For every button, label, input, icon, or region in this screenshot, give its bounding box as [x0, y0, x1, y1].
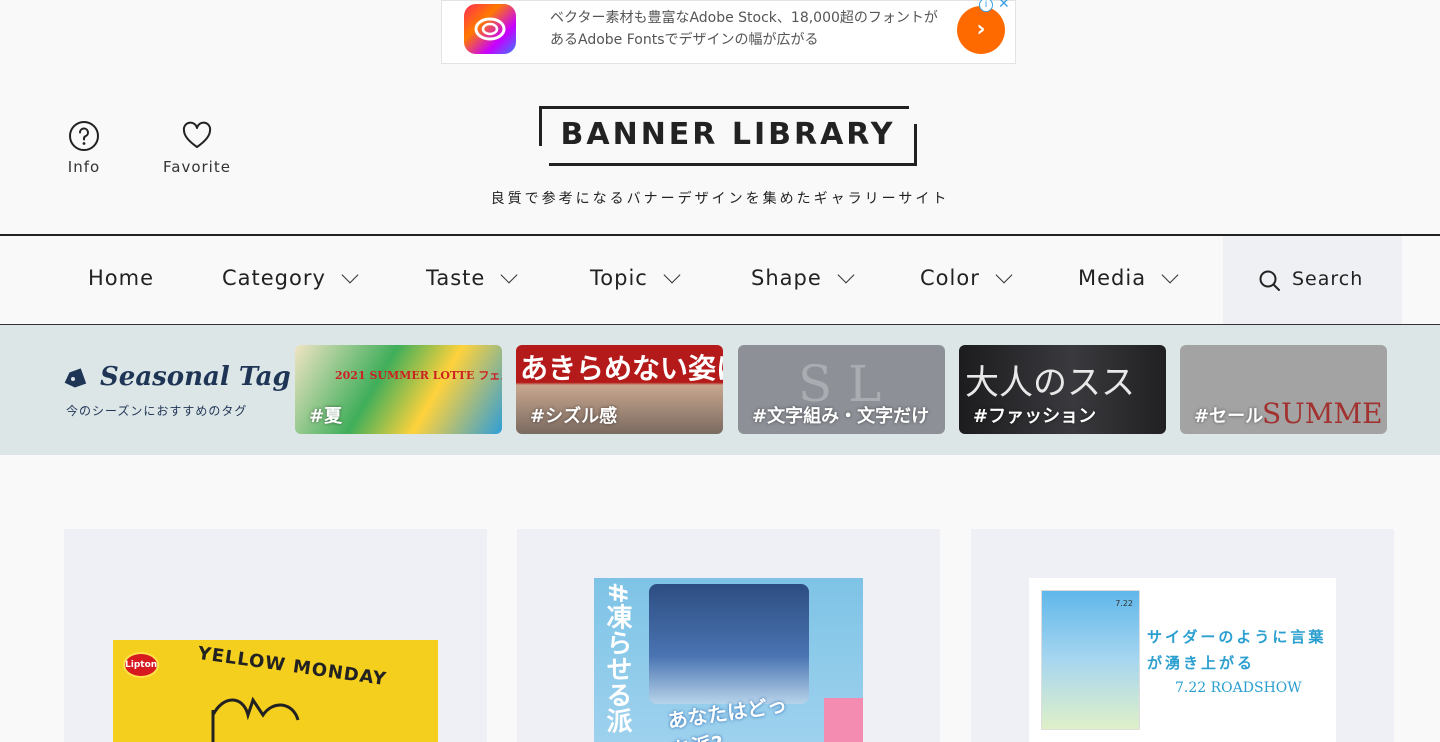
- heart-icon: [182, 121, 212, 148]
- search-button[interactable]: Search: [1223, 236, 1402, 324]
- banner-card[interactable]: #凍らせる派 あなたはどっち派?: [517, 529, 940, 742]
- search-label: Search: [1292, 268, 1364, 290]
- seasonal-tag-bar: Seasonal Tag 今のシーズンにおすすめのタグ 2021 SUMMER …: [0, 325, 1440, 455]
- site-tagline: 良質で参考になるバナーデザインを集めたギャラリーサイト: [490, 191, 950, 207]
- banner-card[interactable]: Lipton YELLOW MONDAY: [64, 529, 487, 742]
- chevron-down-icon: [500, 266, 518, 284]
- ad-go-button[interactable]: ›: [957, 6, 1005, 54]
- chevron-down-icon: [837, 266, 855, 284]
- pink-block: [824, 698, 863, 742]
- advertisement-banner[interactable]: ベクター素材も豊富なAdobe Stock、18,000超のフォントがあるAdo…: [441, 0, 1016, 64]
- nav-item-color[interactable]: Color: [920, 266, 1013, 290]
- seasonal-tag-summer[interactable]: 2021 SUMMER LOTTE フェス #夏: [295, 345, 502, 434]
- banner-subtext: 7.22 ROADSHOW: [1175, 680, 1302, 696]
- favorite-label: Favorite: [163, 158, 231, 176]
- banner-text: #凍らせる派: [602, 582, 632, 734]
- chevron-down-icon: [1161, 266, 1179, 284]
- creative-cloud-logo: [464, 4, 516, 54]
- tag-label: #文字組み・文字だけ: [752, 406, 930, 427]
- seasonal-tag-sizzle[interactable]: あきらめない姿に #シズル感: [516, 345, 723, 434]
- favorite-button[interactable]: Favorite: [158, 120, 236, 176]
- banner-image-yellow-monday[interactable]: Lipton YELLOW MONDAY: [113, 640, 438, 742]
- tag-label: #ファッション: [973, 406, 1097, 427]
- group-photo: [649, 584, 809, 704]
- banner-card[interactable]: 7.22 サイダーのように言葉が湧き上がる 7.22 ROADSHOW: [971, 529, 1394, 742]
- lipton-logo: Lipton: [123, 652, 159, 678]
- ad-close-icon[interactable]: ✕: [998, 0, 1010, 12]
- nav-item-home[interactable]: Home: [88, 266, 154, 290]
- seasonal-tag-fashion[interactable]: 大人のスス #ファッション: [959, 345, 1166, 434]
- seasonal-tag-title: Seasonal Tag: [100, 362, 291, 392]
- tag-thumb-text: 2021 SUMMER LOTTE フェス: [335, 369, 502, 382]
- nav-item-taste[interactable]: Taste: [426, 266, 518, 290]
- tag-thumb-text: あきらめない姿に: [520, 352, 723, 385]
- nav-item-shape[interactable]: Shape: [751, 266, 855, 290]
- nav-item-category[interactable]: Category: [222, 266, 359, 290]
- tag-label: #シズル感: [530, 406, 618, 427]
- movie-poster: 7.22: [1041, 590, 1140, 730]
- info-button[interactable]: Info: [60, 120, 108, 176]
- chevron-down-icon: [663, 266, 681, 284]
- seasonal-tag-sale[interactable]: SUMME #セール: [1180, 345, 1387, 434]
- tag-icon: [64, 368, 87, 388]
- logo-text: BANNER LIBRARY: [560, 117, 896, 152]
- seasonal-tag-subtitle: 今のシーズンにおすすめのタグ: [66, 404, 248, 418]
- sun-illustration: [211, 696, 300, 742]
- nav-item-topic[interactable]: Topic: [590, 266, 681, 290]
- banner-text: サイダーのように言葉が湧き上がる: [1147, 628, 1327, 672]
- question-circle-icon: [69, 121, 99, 151]
- nav-item-media[interactable]: Media: [1078, 266, 1179, 290]
- tag-thumb-text: SUMME: [1262, 397, 1383, 430]
- info-label: Info: [67, 158, 101, 176]
- seasonal-tag-typography[interactable]: S L #文字組み・文字だけ: [738, 345, 945, 434]
- tag-thumb-text: 大人のスス: [965, 363, 1135, 403]
- tag-label: #夏: [309, 406, 343, 427]
- search-icon: [1259, 270, 1280, 291]
- main-navigation: Home Category Taste Topic Shape Color Me…: [0, 234, 1440, 325]
- banner-image-kitkat[interactable]: #凍らせる派 あなたはどっち派?: [594, 578, 863, 742]
- banner-image-cider[interactable]: 7.22 サイダーのように言葉が湧き上がる 7.22 ROADSHOW: [1029, 578, 1336, 742]
- tag-label: #セール: [1194, 406, 1264, 427]
- chevron-down-icon: [341, 266, 359, 284]
- site-logo[interactable]: BANNER LIBRARY: [539, 106, 917, 168]
- ad-text: ベクター素材も豊富なAdobe Stock、18,000超のフォントがあるAdo…: [550, 10, 938, 48]
- banner-text: YELLOW MONDAY: [196, 642, 389, 691]
- chevron-down-icon: [995, 266, 1013, 284]
